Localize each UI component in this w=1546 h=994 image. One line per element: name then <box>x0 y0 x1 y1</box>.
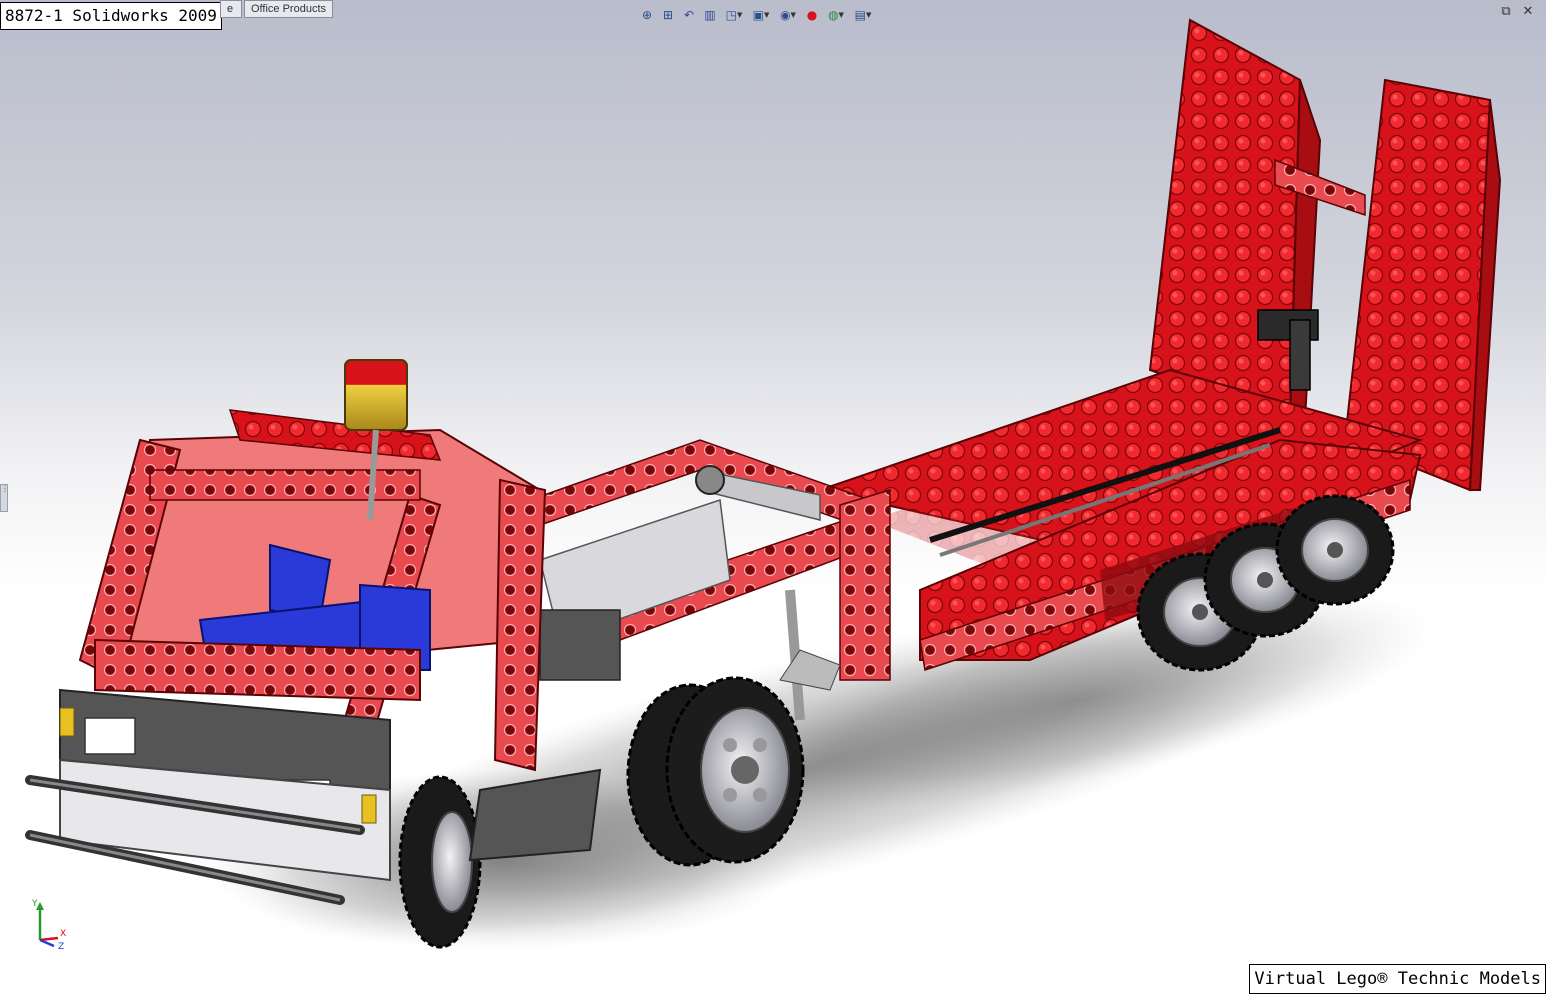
drive-wheels <box>626 676 805 867</box>
model-title-overlay: 8872-1 Solidworks 2009 <box>0 2 222 30</box>
dropdown-arrow-icon: ▼ <box>790 10 796 19</box>
triad-y-label: Y <box>31 899 38 909</box>
viewport-window-controls: ⧉ ✕ <box>1498 4 1536 19</box>
truck-3d-model[interactable] <box>0 0 1546 994</box>
previous-view-icon[interactable]: ↶ <box>680 6 698 24</box>
triad-z-label: Z <box>58 942 64 950</box>
view-settings-icon[interactable]: ▤ ▼ <box>851 6 875 24</box>
graphics-viewport[interactable]: 8872-1 Solidworks 2009 e Office Products… <box>0 0 1546 994</box>
dropdown-arrow-icon: ▼ <box>736 10 743 19</box>
view-orientation-icon[interactable]: ◳ ▼ <box>722 6 746 24</box>
panel-collapse-handle[interactable]: ⋮ <box>0 484 9 512</box>
triad-x-axis <box>39 936 59 942</box>
display-style-icon[interactable]: ▣ ▼ <box>749 6 773 24</box>
reference-triad: Y X Z <box>31 899 66 950</box>
dropdown-arrow-icon: ▼ <box>865 10 872 19</box>
tab-office-products[interactable]: Office Products <box>244 0 333 18</box>
restore-window-icon[interactable]: ⧉ <box>1498 4 1514 19</box>
close-window-icon[interactable]: ✕ <box>1520 4 1536 19</box>
dropdown-arrow-icon: ▼ <box>838 10 844 19</box>
tab-partial[interactable]: e <box>220 0 242 18</box>
steer-wheel <box>398 775 482 949</box>
triad-x-label: X <box>60 929 66 939</box>
hide-show-items-icon[interactable]: ◉ ▼ <box>776 6 800 24</box>
zoom-to-area-icon[interactable]: ⊞ <box>659 6 677 24</box>
edit-appearance-icon[interactable]: ● <box>803 6 821 24</box>
triad-z-axis <box>39 938 55 948</box>
apply-scene-icon[interactable]: ◍ ▼ <box>824 6 848 24</box>
heads-up-view-toolbar: ⊕ ⊞ ↶ ▥ ◳ ▼ ▣ ▼ ◉ ▼ ● ◍ ▼ ▤ ▼ <box>638 4 908 26</box>
credits-overlay: Virtual Lego® Technic Models <box>1249 964 1546 994</box>
section-view-icon[interactable]: ▥ <box>701 6 719 24</box>
dropdown-arrow-icon: ▼ <box>763 10 770 19</box>
zoom-to-fit-icon[interactable]: ⊕ <box>638 6 656 24</box>
